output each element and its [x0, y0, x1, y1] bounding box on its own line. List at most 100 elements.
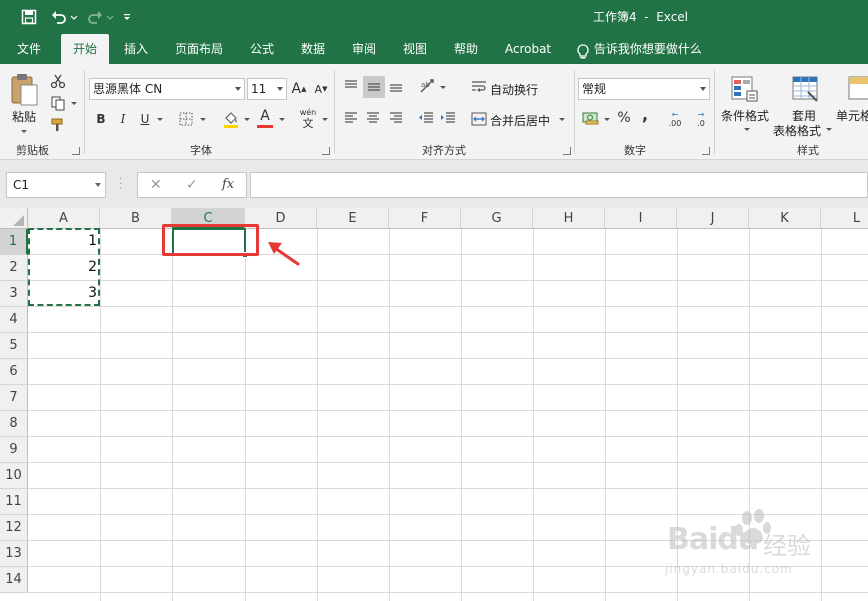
column-header-h[interactable]: H [533, 208, 605, 229]
fill-color-dropdown-icon[interactable] [244, 118, 250, 121]
row-header-8[interactable]: 8 [0, 411, 28, 437]
decrease-decimal-icon[interactable]: → .0 [690, 108, 712, 130]
tab-formulas[interactable]: 公式 [240, 34, 284, 64]
align-middle-icon[interactable] [363, 76, 385, 98]
undo-icon[interactable] [48, 6, 70, 28]
increase-decimal-icon[interactable]: ← .00 [664, 108, 686, 130]
currency-format-icon[interactable] [580, 108, 602, 128]
merge-center-icon[interactable] [470, 109, 488, 129]
row-header-9[interactable]: 9 [0, 437, 28, 463]
column-header-k[interactable]: K [749, 208, 821, 229]
align-left-icon[interactable] [341, 108, 361, 128]
borders-icon[interactable] [176, 110, 196, 128]
phonetic-guide-icon[interactable]: wén 文 [297, 106, 319, 132]
conditional-format-button[interactable]: 条件格式 [721, 107, 769, 124]
copy-icon[interactable] [48, 94, 68, 112]
column-header-j[interactable]: J [677, 208, 749, 229]
formula-input[interactable] [250, 172, 868, 198]
font-color-dropdown-icon[interactable] [279, 118, 285, 121]
tab-file[interactable]: 文件 [6, 34, 52, 64]
formula-bar-grip[interactable]: · · · [119, 175, 122, 195]
number-launcher-icon[interactable] [702, 147, 710, 155]
fill-color-icon[interactable] [220, 108, 242, 130]
align-center-icon[interactable] [363, 108, 383, 128]
tab-view[interactable]: 视图 [393, 34, 437, 64]
align-right-icon[interactable] [386, 108, 406, 128]
orientation-dropdown-icon[interactable] [440, 86, 446, 89]
percent-button[interactable]: % [614, 108, 634, 128]
decrease-indent-icon[interactable] [416, 108, 436, 128]
grow-font-icon[interactable]: A ▲ [290, 79, 308, 99]
tab-page-layout[interactable]: 页面布局 [166, 34, 232, 64]
column-header-e[interactable]: E [317, 208, 389, 229]
row-header-7[interactable]: 7 [0, 385, 28, 411]
currency-dropdown-icon[interactable] [604, 118, 610, 121]
tab-insert[interactable]: 插入 [114, 34, 158, 64]
row-header-14[interactable]: 14 [0, 567, 28, 593]
row-header-2[interactable]: 2 [0, 255, 28, 281]
comma-button[interactable]: , [638, 104, 652, 124]
paste-icon[interactable] [6, 70, 42, 110]
merge-dropdown-icon[interactable] [559, 118, 565, 121]
clipboard-launcher-icon[interactable] [72, 147, 80, 155]
orientation-icon[interactable]: ab [416, 76, 440, 96]
italic-button[interactable]: I [114, 108, 132, 130]
row-header-12[interactable]: 12 [0, 515, 28, 541]
redo-icon[interactable] [84, 6, 106, 28]
column-header-f[interactable]: F [389, 208, 461, 229]
cancel-button[interactable]: ✕ [150, 177, 162, 193]
align-bottom-icon[interactable] [386, 76, 406, 96]
cell-styles-icon[interactable] [846, 72, 868, 106]
row-header-5[interactable]: 5 [0, 333, 28, 359]
name-box-dropdown-icon[interactable] [95, 183, 101, 187]
number-format-select[interactable]: 常规 [578, 78, 710, 100]
tab-home[interactable]: 开始 [61, 34, 109, 64]
row-header-10[interactable]: 10 [0, 463, 28, 489]
conditional-format-icon[interactable] [726, 72, 762, 106]
underline-dropdown-icon[interactable] [157, 118, 163, 121]
font-name-select[interactable]: 思源黑体 CN [89, 78, 245, 100]
save-icon[interactable] [18, 6, 40, 28]
column-header-a[interactable]: A [28, 208, 100, 229]
column-header-g[interactable]: G [461, 208, 533, 229]
paste-label[interactable]: 粘贴 [12, 108, 36, 125]
column-header-i[interactable]: I [605, 208, 677, 229]
row-header-11[interactable]: 11 [0, 489, 28, 515]
tab-acrobat[interactable]: Acrobat [498, 34, 558, 64]
row-header-3[interactable]: 3 [0, 281, 28, 307]
shrink-font-icon[interactable]: A ▼ [312, 79, 330, 99]
tab-review[interactable]: 审阅 [342, 34, 386, 64]
cut-icon[interactable] [48, 72, 68, 90]
borders-dropdown-icon[interactable] [200, 118, 206, 121]
select-all-button[interactable] [0, 208, 28, 229]
wrap-text-button[interactable]: 自动换行 [490, 81, 538, 98]
worksheet-grid[interactable]: A B C D E F G H I J K L 1 2 3 4 5 6 7 8 … [0, 208, 868, 601]
format-table-line2[interactable]: 表格格式 [773, 122, 821, 139]
insert-function-button[interactable]: fx [222, 177, 234, 192]
font-color-icon[interactable]: A [254, 106, 276, 130]
paste-dropdown-icon[interactable] [21, 130, 27, 133]
format-table-dropdown-icon[interactable] [826, 128, 832, 131]
redo-dropdown-icon[interactable] [106, 6, 114, 28]
font-size-select[interactable]: 11 [247, 78, 287, 100]
name-box[interactable]: C1 [6, 172, 106, 198]
row-header-4[interactable]: 4 [0, 307, 28, 333]
copy-dropdown-icon[interactable] [71, 102, 77, 105]
tell-me-search[interactable]: 告诉我你想要做什么 [576, 34, 710, 64]
tab-data[interactable]: 数据 [291, 34, 335, 64]
column-header-l[interactable]: L [821, 208, 868, 229]
merge-center-button[interactable]: 合并后居中 [490, 112, 550, 129]
alignment-launcher-icon[interactable] [563, 147, 571, 155]
align-top-icon[interactable] [341, 76, 361, 96]
format-painter-icon[interactable] [48, 116, 68, 134]
format-as-table-icon[interactable] [787, 72, 823, 106]
cell-styles-button[interactable]: 单元格 [836, 107, 868, 124]
wrap-text-icon[interactable] [470, 77, 488, 97]
underline-button[interactable]: U [136, 108, 154, 130]
customize-quick-access-icon[interactable] [120, 6, 134, 28]
increase-indent-icon[interactable] [438, 108, 458, 128]
row-header-1[interactable]: 1 [0, 229, 28, 255]
undo-dropdown-icon[interactable] [70, 6, 78, 28]
bold-button[interactable]: B [92, 108, 110, 130]
enter-button[interactable]: ✓ [186, 177, 198, 193]
